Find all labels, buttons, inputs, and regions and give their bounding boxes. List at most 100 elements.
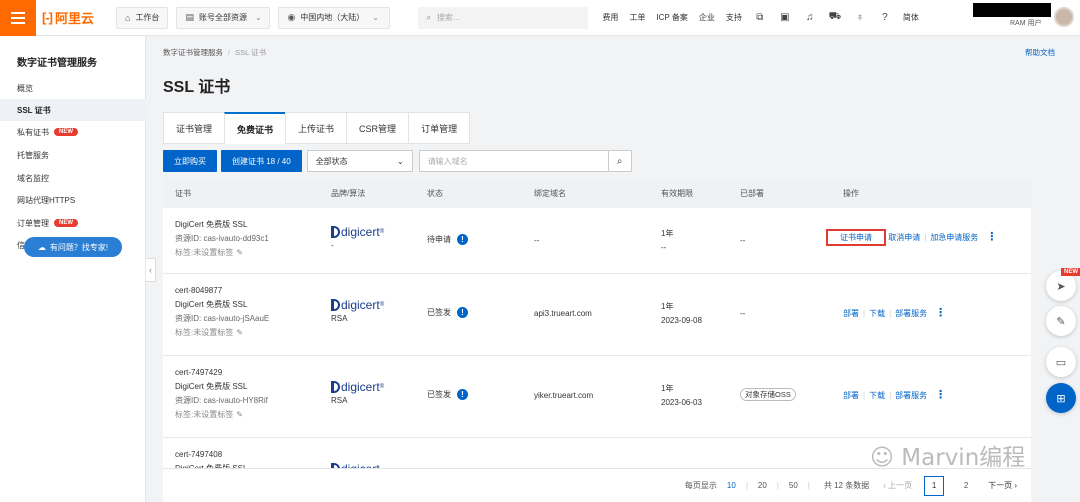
link-icp[interactable]: ICP 备案 <box>656 12 687 23</box>
col-header-validity: 有效期限 <box>661 188 693 198</box>
divider: | <box>889 309 892 318</box>
tag-row[interactable]: 标签:未设置标签 ✎ <box>175 326 269 340</box>
col-header-deployed: 已部署 <box>740 188 764 198</box>
deploy-link[interactable]: 部署 <box>843 309 859 318</box>
account-icon: ▤ <box>185 12 194 22</box>
language-switch[interactable]: 简体 <box>903 12 919 23</box>
tab-free-cert[interactable]: 免费证书 <box>224 112 286 144</box>
link-tickets[interactable]: 工单 <box>629 12 645 23</box>
account-scope-select[interactable]: ▤ 账号全部资源 ⌄ <box>176 6 271 29</box>
chevron-down-icon: ⌄ <box>396 156 404 166</box>
tag-row[interactable]: 标签:未设置标签 ✎ <box>175 246 269 260</box>
brand-name: digicert <box>341 298 380 312</box>
avatar[interactable] <box>1054 7 1074 27</box>
page-2-button[interactable]: 2 <box>956 476 976 496</box>
deploy-link[interactable]: 部署 <box>843 391 859 400</box>
top-navigation-bar: [-] 阿里云 ⌂ 工作台 ▤ 账号全部资源 ⌄ ◉ 中国内地（大陆） ⌄ ⌕ … <box>0 0 1080 36</box>
edit-icon: ✎ <box>236 328 243 337</box>
app-icon[interactable]: ⧉ <box>753 12 767 23</box>
create-cert-button[interactable]: 创建证书 18 / 40 <box>221 150 302 172</box>
aliyun-logo[interactable]: [-] 阿里云 <box>42 8 108 27</box>
tab-csr-management[interactable]: CSR管理 <box>346 112 409 144</box>
user-name-redacted[interactable] <box>973 3 1051 17</box>
sidebar-item-domain-monitor[interactable]: 域名监控 <box>0 167 146 189</box>
domain-search-input[interactable]: 请输入域名 <box>418 150 609 172</box>
info-icon[interactable]: ! <box>457 389 468 400</box>
page-size-10[interactable]: 10 <box>727 481 736 490</box>
urgent-service-link[interactable]: 加急申请服务 <box>930 233 978 242</box>
col-header-domain: 绑定域名 <box>534 188 566 198</box>
brand-name: digicert <box>341 380 380 394</box>
deploy-service-link[interactable]: 部署服务 <box>895 391 927 400</box>
user-role-label: RAM 用户 <box>1010 20 1042 27</box>
buy-now-button[interactable]: 立即购买 <box>163 150 217 172</box>
search-icon: ⌕ <box>616 155 623 167</box>
info-icon[interactable]: ! <box>457 234 468 245</box>
digicert-logo: digicert ® <box>331 380 384 394</box>
terminal-icon[interactable]: ▣ <box>778 12 792 23</box>
sidebar-item-orders[interactable]: 订单管理 NEW <box>0 212 146 234</box>
tag-label: 标签:未设置标签 <box>175 328 234 337</box>
edit-float-button[interactable]: ✎ <box>1046 306 1076 336</box>
cart-icon[interactable]: ⛟ <box>828 11 842 24</box>
sidebar-item-overview[interactable]: 概览 <box>0 77 146 99</box>
page-size-20[interactable]: 20 <box>758 481 767 490</box>
tab-order-management[interactable]: 订单管理 <box>408 112 471 144</box>
more-icon[interactable]: ⋮ <box>935 307 946 319</box>
deployed-tag: 对象存储OSS <box>740 388 796 401</box>
lightbulb-icon[interactable]: ♁ <box>853 12 867 23</box>
workbench-button[interactable]: ⌂ 工作台 <box>116 6 169 29</box>
validity-cell: 1年 2023-06-03 <box>661 382 702 410</box>
menu-icon[interactable] <box>0 0 36 36</box>
sidebar-item-private-cert[interactable]: 私有证书 NEW <box>0 121 146 143</box>
table-header: 证书 品牌/算法 状态 绑定域名 有效期限 已部署 操作 <box>163 178 1031 208</box>
more-icon[interactable]: ⋮ <box>986 231 997 243</box>
grid-icon: ⊞ <box>1056 392 1066 405</box>
help-doc-link[interactable]: 帮助文档 <box>1025 47 1055 58</box>
actions-cell: 部署 | 下载 | 部署服务 ⋮ <box>843 388 946 403</box>
table-row: cert-8049877 DigiCert 免费版 SSL 资源ID: cas-… <box>163 274 1031 356</box>
divider: | <box>924 233 927 242</box>
more-icon[interactable]: ⋮ <box>935 389 946 401</box>
sidebar-item-ssl-cert[interactable]: SSL 证书 <box>0 99 146 121</box>
status-cell: 已签发! <box>427 306 468 320</box>
chevron-down-icon: ⌄ <box>254 13 262 22</box>
status-text: 已签发 <box>427 390 451 399</box>
tab-cert-management[interactable]: 证书管理 <box>163 112 225 144</box>
region-select[interactable]: ◉ 中国内地（大陆） ⌄ <box>278 6 391 29</box>
status-select[interactable]: 全部状态 ⌄ <box>306 150 413 172</box>
next-page-button[interactable]: 下一页 › <box>988 480 1017 491</box>
link-billing[interactable]: 费用 <box>602 12 618 23</box>
help-icon[interactable]: ? <box>878 12 892 23</box>
cert-type: DigiCert 免费版 SSL <box>175 300 248 309</box>
ask-expert-button[interactable]: ☁ 有问题？找专家! <box>24 237 122 257</box>
apply-cert-link[interactable]: 证书申请 <box>826 229 886 246</box>
col-header-cert: 证书 <box>175 188 191 198</box>
page-1-button[interactable]: 1 <box>924 475 945 496</box>
sidebar-item-https-proxy[interactable]: 网站代理HTTPS <box>0 189 146 211</box>
chat-float-button[interactable]: ▭ <box>1046 347 1076 377</box>
info-icon[interactable]: ! <box>457 307 468 318</box>
col-header-status: 状态 <box>427 188 443 198</box>
tab-label: CSR管理 <box>359 123 397 134</box>
global-search-input[interactable]: ⌕ 搜索... <box>418 6 589 29</box>
domain-search-placeholder: 请输入域名 <box>427 156 468 166</box>
link-enterprise[interactable]: 企业 <box>699 12 715 23</box>
bell-icon[interactable]: ♫ <box>803 12 817 23</box>
search-button[interactable]: ⌕ <box>608 150 632 172</box>
download-link[interactable]: 下载 <box>869 391 885 400</box>
breadcrumb-item[interactable]: 数字证书管理服务 <box>163 48 223 57</box>
link-support[interactable]: 支持 <box>726 12 742 23</box>
sidebar-item-hosting[interactable]: 托管服务 <box>0 144 146 166</box>
deploy-service-link[interactable]: 部署服务 <box>895 309 927 318</box>
tab-label: 免费证书 <box>237 124 274 135</box>
cancel-apply-link[interactable]: 取消申请 <box>888 233 920 242</box>
apps-float-button[interactable]: ⊞ <box>1046 383 1076 413</box>
topbar-links: 费用 工单 ICP 备案 企业 支持 ⧉ ▣ ♫ ⛟ ♁ ? 简体 <box>602 11 918 24</box>
prev-page-button[interactable]: ‹ 上一页 <box>883 480 912 491</box>
page-size-50[interactable]: 50 <box>789 481 798 490</box>
sidebar-collapse-handle[interactable]: ‹ <box>146 258 156 282</box>
tab-upload-cert[interactable]: 上传证书 <box>285 112 347 144</box>
tag-row[interactable]: 标签:未设置标签 ✎ <box>175 408 268 422</box>
download-link[interactable]: 下载 <box>869 309 885 318</box>
